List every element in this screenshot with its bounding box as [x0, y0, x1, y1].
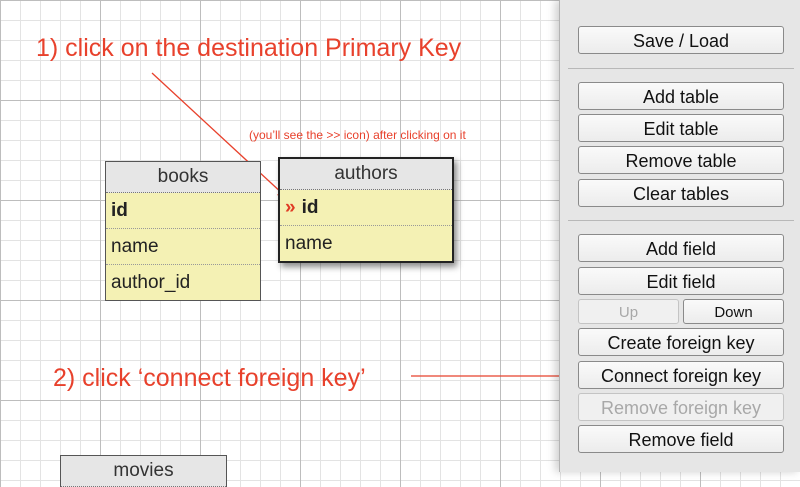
- panel-divider: [568, 220, 794, 221]
- remove-table-button[interactable]: Remove table: [578, 146, 784, 174]
- remove-foreign-key-button[interactable]: Remove foreign key: [578, 393, 784, 421]
- add-field-button[interactable]: Add field: [578, 234, 784, 262]
- panel-divider: [568, 68, 794, 69]
- table-authors[interactable]: authors » id name: [278, 157, 454, 263]
- field-authors-id[interactable]: » id: [280, 190, 452, 226]
- add-table-button[interactable]: Add table: [578, 82, 784, 110]
- connect-foreign-key-button[interactable]: Connect foreign key: [578, 361, 784, 389]
- step2-instruction: 2) click ‘connect foreign key’: [53, 364, 366, 392]
- move-field-down-button[interactable]: Down: [683, 299, 784, 324]
- table-books[interactable]: books id name author_id: [105, 161, 261, 301]
- connect-marker-icon: »: [285, 197, 296, 218]
- table-authors-title[interactable]: authors: [280, 159, 452, 190]
- field-authors-id-label: id: [301, 197, 319, 218]
- field-books-id[interactable]: id: [106, 193, 260, 229]
- field-books-name[interactable]: name: [106, 229, 260, 265]
- clear-tables-button[interactable]: Clear tables: [578, 179, 784, 207]
- table-books-title[interactable]: books: [106, 162, 260, 193]
- edit-field-button[interactable]: Edit field: [578, 267, 784, 295]
- table-movies[interactable]: movies: [60, 455, 227, 487]
- create-foreign-key-button[interactable]: Create foreign key: [578, 328, 784, 356]
- hint-text: (you’ll see the >> icon) after clicking …: [249, 128, 466, 142]
- save-load-button[interactable]: Save / Load: [578, 26, 784, 54]
- field-authors-name[interactable]: name: [280, 226, 452, 261]
- field-books-author-id[interactable]: author_id: [106, 265, 260, 300]
- remove-field-button[interactable]: Remove field: [578, 425, 784, 453]
- control-panel: Save / Load Add table Edit table Remove …: [559, 0, 800, 472]
- edit-table-button[interactable]: Edit table: [578, 114, 784, 142]
- move-field-up-button[interactable]: Up: [578, 299, 679, 324]
- step1-instruction: 1) click on the destination Primary Key: [36, 34, 462, 62]
